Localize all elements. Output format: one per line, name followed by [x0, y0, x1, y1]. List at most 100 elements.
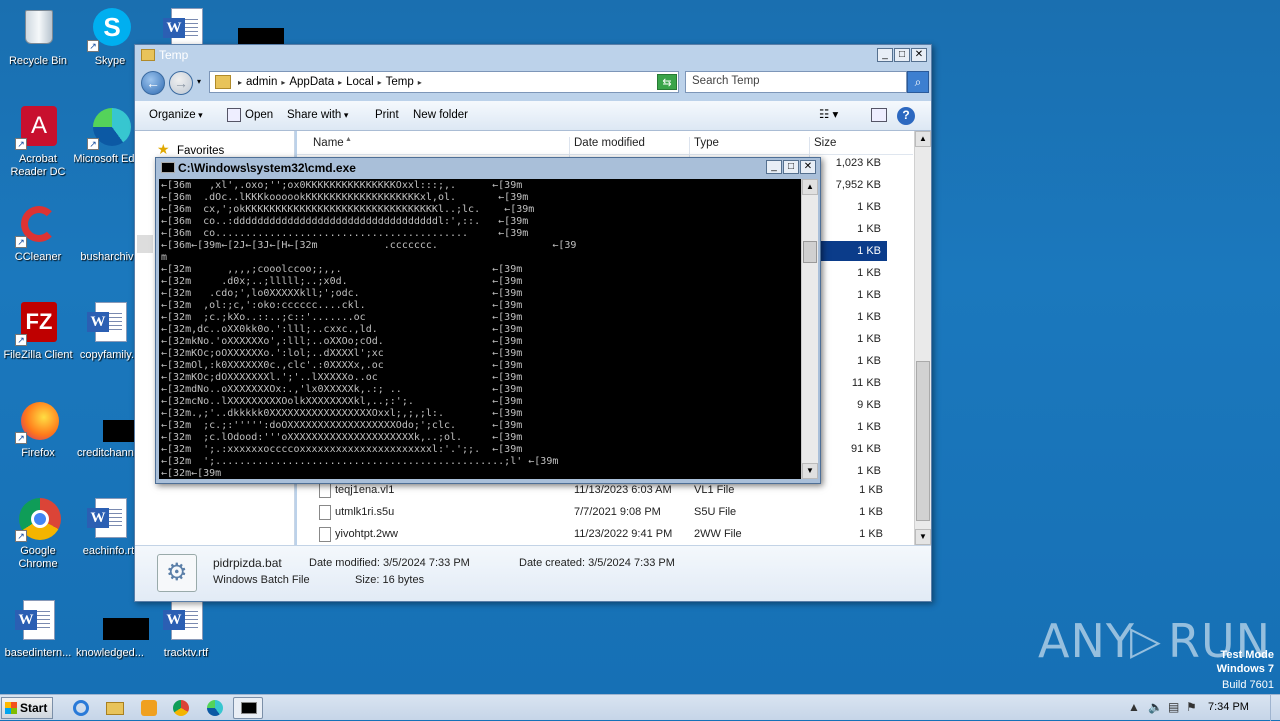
file-name: utmlk1ri.s5u	[335, 506, 395, 518]
cmd-window[interactable]: C:\Windows\system32\cmd.exe _ □ ✕ ←[36m …	[155, 157, 821, 484]
file-size-cell[interactable]: 1 KB	[817, 197, 881, 217]
desktop-icon-knowledged[interactable]: knowledged...	[72, 598, 149, 660]
desktop-icon-label: FileZilla Client	[3, 349, 73, 361]
column-size[interactable]: Size	[814, 137, 836, 149]
desktop-icon-label: basedintern...	[4, 647, 72, 659]
blank-file-icon	[87, 202, 133, 248]
star-icon: ★	[157, 141, 170, 157]
minimize-button[interactable]: _	[766, 160, 782, 174]
breadcrumb-item[interactable]: Temp	[386, 76, 414, 89]
file-list-scrollbar[interactable]: ▲ ▼	[914, 131, 931, 545]
desktop-icon-label: tracktv.rtf	[163, 647, 209, 659]
desktop-icon-tracktv[interactable]: W tracktv.rtf	[148, 598, 224, 660]
help-icon[interactable]: ?	[897, 107, 915, 125]
system-tray: ▲ 🔈 ▤ ⚑	[1122, 695, 1280, 721]
test-mode-label: Test Mode	[1220, 649, 1274, 661]
sort-ascending-icon: ▲	[345, 136, 352, 143]
file-size-cell[interactable]: 1 KB	[817, 219, 881, 239]
file-icon	[319, 505, 331, 520]
file-size-cell[interactable]: 1 KB	[817, 461, 881, 481]
nav-item-favorites[interactable]: Favorites	[177, 145, 224, 157]
ie-icon[interactable]	[66, 697, 96, 719]
file-row[interactable]: yivohtpt.2ww 11/23/2022 9:41 PM 2WW File 1 …	[297, 524, 913, 546]
new-folder-button[interactable]: New folder	[413, 109, 468, 121]
organize-button[interactable]: Organize	[149, 109, 203, 121]
file-size-cell[interactable]: 1,023 KB	[817, 153, 881, 173]
file-size-cell[interactable]: 11 KB	[817, 373, 881, 393]
explorer-taskbar-icon[interactable]	[100, 697, 130, 719]
console-output-area[interactable]: ←[36m ,xl',.oxo;'';ox0KKKKKKKKKKKKKKKOxx…	[159, 179, 801, 479]
desktop-icon-label: Recycle Bin	[8, 55, 68, 67]
breadcrumb-item[interactable]: Local	[346, 76, 374, 89]
file-size-cell[interactable]: 91 KB	[817, 439, 881, 459]
media-player-icon[interactable]	[134, 697, 164, 719]
file-icon	[319, 527, 331, 542]
file-size-cell[interactable]: 1 KB	[817, 263, 881, 283]
word-document-icon: W	[163, 598, 209, 644]
desktop-icon-basedintern[interactable]: W basedintern...	[0, 598, 76, 660]
column-date[interactable]: Date modified	[574, 137, 645, 149]
file-row[interactable]: utmlk1ri.s5u 7/7/2021 9:08 PM S5U File 1 KB	[297, 502, 913, 524]
close-button[interactable]: ✕	[911, 48, 927, 62]
desktop-icon-label: Google Chrome	[18, 545, 58, 570]
share-with-button[interactable]: Share with	[287, 109, 348, 121]
refresh-icon[interactable]: ⇆	[657, 74, 677, 90]
cmd-titlebar[interactable]: C:\Windows\system32\cmd.exe _ □ ✕	[156, 158, 820, 178]
edge-taskbar-icon[interactable]	[200, 697, 230, 719]
preview-pane-icon[interactable]	[871, 108, 887, 122]
tray-chevron-icon[interactable]: ▲	[1128, 700, 1140, 714]
search-input[interactable]: Search Temp	[685, 71, 907, 93]
file-size-cell[interactable]: 1 KB	[817, 417, 881, 437]
file-size-cell[interactable]: 1 KB	[817, 285, 881, 305]
print-button[interactable]: Print	[375, 109, 399, 121]
maximize-button[interactable]: □	[783, 160, 799, 174]
close-button[interactable]: ✕	[800, 160, 816, 174]
show-desktop-button[interactable]	[1270, 695, 1280, 721]
file-icon	[319, 483, 331, 498]
file-size-cell[interactable]: 1 KB	[817, 307, 881, 327]
cmd-title: C:\Windows\system32\cmd.exe	[178, 161, 356, 175]
recent-pages-chevron-icon[interactable]: ▾	[197, 77, 201, 86]
desktop-icon-ccleaner[interactable]: ↗ CCleaner	[0, 202, 76, 264]
clock[interactable]: 7:34 PM	[1208, 701, 1249, 713]
build-label: Build 7601	[1222, 679, 1274, 691]
desktop-icon-label: knowledged...	[76, 647, 144, 659]
cmd-taskbar-icon[interactable]	[233, 697, 263, 719]
minimize-button[interactable]: _	[877, 48, 893, 62]
desktop-icon-chrome[interactable]: ↗ Google Chrome	[0, 496, 76, 571]
start-button[interactable]: Start	[1, 697, 53, 719]
file-size-cell[interactable]: 1 KB	[817, 351, 881, 371]
maximize-button[interactable]: □	[894, 48, 910, 62]
breadcrumb-item[interactable]: AppData	[289, 76, 334, 89]
desktop-icon-filezilla[interactable]: FZ ↗ FileZilla Client	[0, 300, 76, 362]
breadcrumb-item[interactable]: admin	[246, 76, 277, 89]
column-type[interactable]: Type	[694, 137, 719, 149]
desktop-icon-label: CCleaner	[14, 251, 62, 263]
chrome-taskbar-icon[interactable]	[166, 697, 196, 719]
desktop-icon-acrobat[interactable]: A ↗ Acrobat Reader DC	[0, 104, 76, 179]
column-name[interactable]: Name	[313, 137, 344, 149]
explorer-titlebar[interactable]: Temp _ □ ✕	[135, 45, 931, 67]
back-button[interactable]: ←	[141, 71, 165, 95]
desktop-icon-recycle-bin[interactable]: Recycle Bin	[0, 6, 76, 68]
word-document-icon: W	[87, 300, 133, 346]
address-bar[interactable]: ▸ admin▸ AppData▸ Local▸ Temp▸ ▼	[209, 71, 679, 93]
forward-button[interactable]: →	[169, 71, 193, 95]
search-icon[interactable]: ⌕	[907, 71, 929, 93]
console-output: ←[36m ,xl',.oxo;'';ox0KKKKKKKKKKKKKKKOxx…	[161, 180, 577, 479]
file-size-cell[interactable]: 1 KB	[821, 241, 887, 261]
file-size-cell[interactable]: 1 KB	[817, 329, 881, 349]
file-size-cell[interactable]: 7,952 KB	[817, 175, 881, 195]
action-center-flag-icon[interactable]: ⚑	[1186, 700, 1197, 714]
network-icon[interactable]: ▤	[1168, 700, 1179, 714]
console-scrollbar[interactable]: ▲ ▼	[801, 179, 818, 479]
speaker-icon[interactable]: 🔈	[1148, 700, 1163, 714]
file-size-cell[interactable]: 9 KB	[817, 395, 881, 415]
desktop-icon-firefox[interactable]: ↗ Firefox	[0, 398, 76, 460]
file-date: 7/7/2021 9:08 PM	[574, 506, 661, 518]
edge-icon: ↗	[87, 104, 133, 150]
open-button[interactable]: Open	[245, 109, 273, 121]
views-icon[interactable]: ☷ ▾	[819, 107, 838, 121]
command-bar: Organize Open Share with Print New folde…	[135, 101, 931, 131]
pane-splitter[interactable]	[137, 235, 153, 253]
